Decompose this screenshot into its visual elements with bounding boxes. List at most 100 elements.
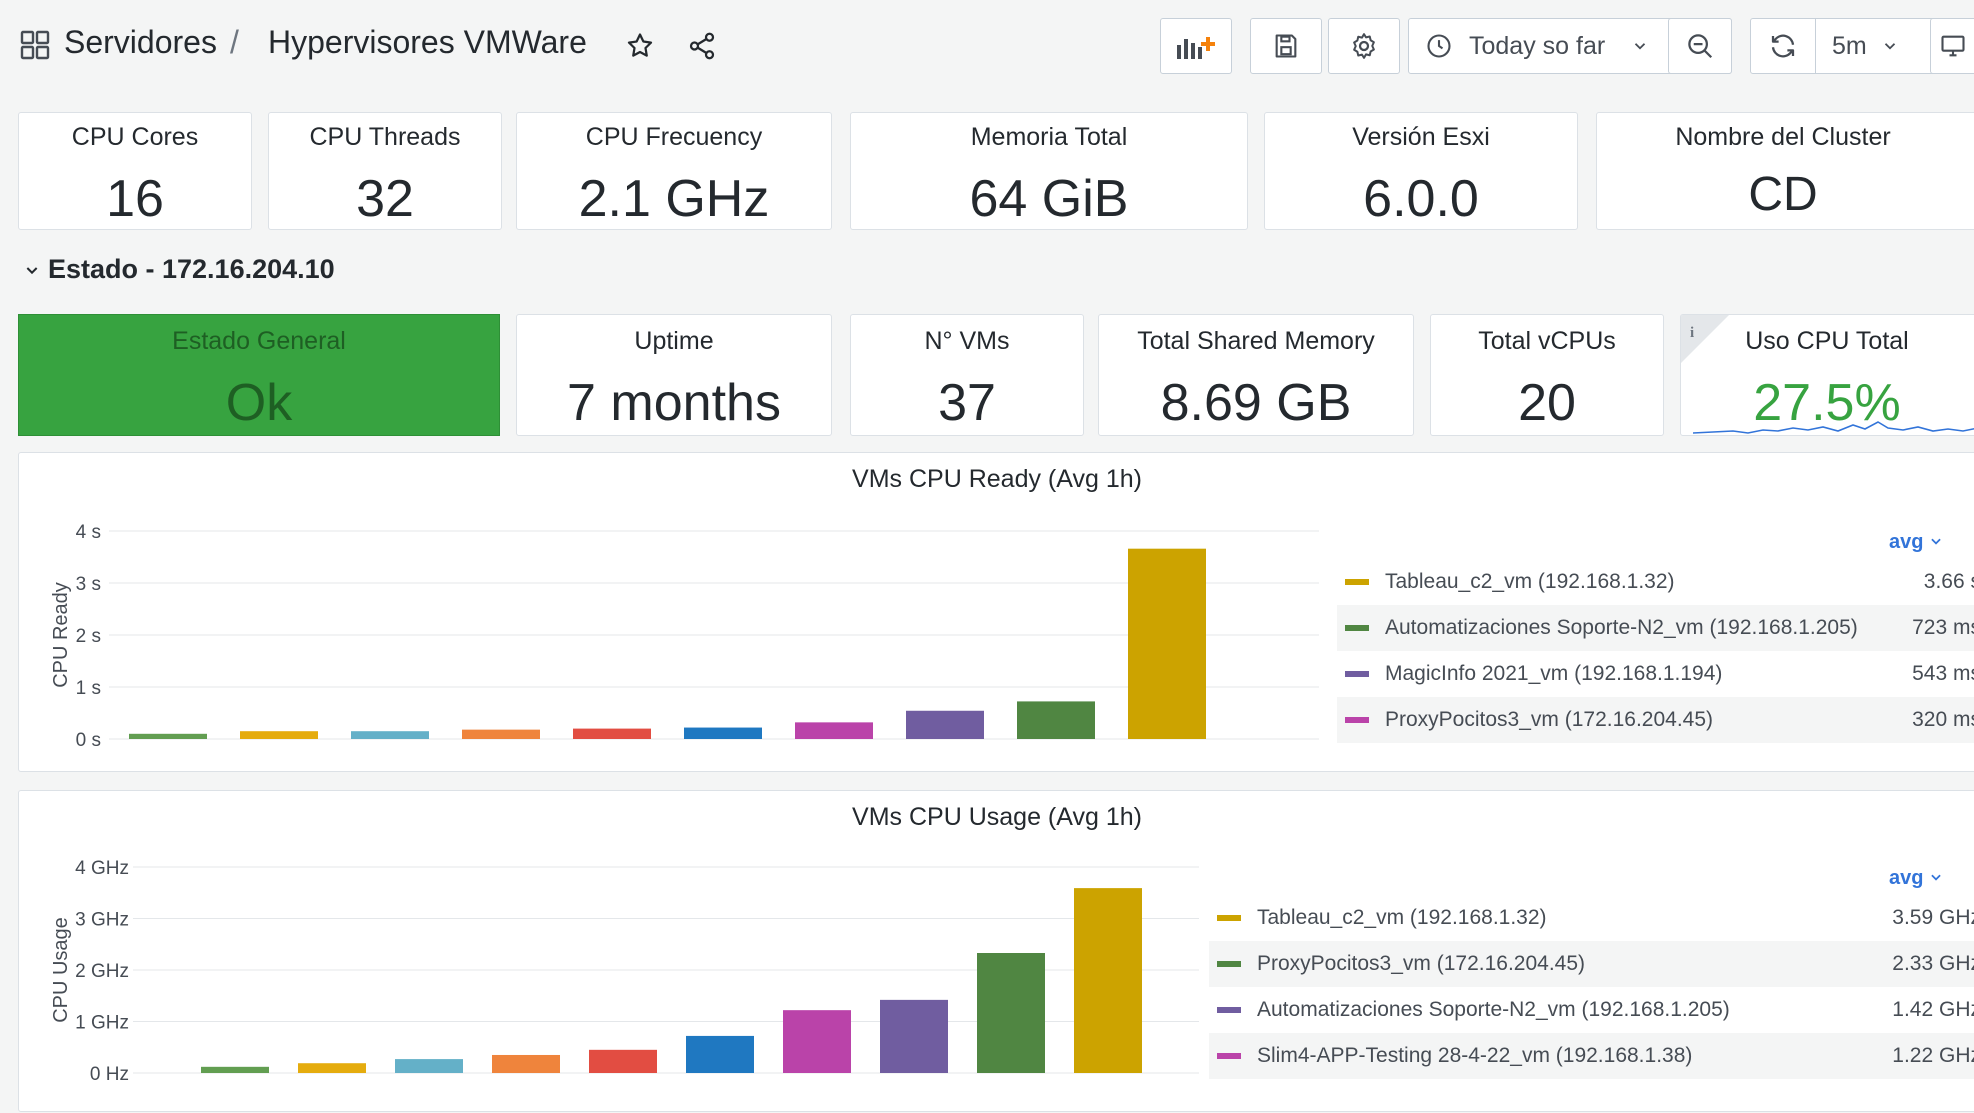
stat-panel-cpu-threads[interactable]: CPU Threads 32 (268, 112, 502, 230)
stat-title: CPU Threads (309, 123, 461, 151)
bar-8[interactable] (977, 953, 1045, 1073)
save-dashboard-button[interactable] (1250, 18, 1322, 74)
stat-panel-version-esxi[interactable]: Versión Esxi 6.0.0 (1264, 112, 1578, 230)
stat-panel-total-vcpus[interactable]: Total vCPUs 20 (1430, 314, 1664, 436)
legend-item[interactable]: Automatizaciones Soporte-N2_vm (192.168.… (1337, 605, 1974, 651)
bar-chart-cpu-ready: 0 s 1 s 2 s 3 s 4 s CPU Ready (50, 522, 1319, 751)
legend-series-value: 2.33 GHz (1892, 952, 1974, 975)
save-icon (1275, 34, 1297, 58)
y-axis-label: CPU Ready (50, 582, 72, 688)
star-icon[interactable] (620, 26, 660, 66)
legend-series-value: 543 ms (1912, 662, 1974, 685)
chart-legend: Tableau_c2_vm (192.168.1.32) 3.59 GHz Prox… (1209, 895, 1974, 1085)
bar-0[interactable] (129, 733, 207, 739)
stat-title: CPU Frecuency (585, 123, 763, 151)
stat-value: CD (1748, 168, 1818, 221)
share-icon[interactable] (682, 26, 722, 66)
refresh-interval-label: 5m (1832, 31, 1867, 60)
dashboard-settings-button[interactable] (1328, 18, 1400, 74)
breadcrumb-separator: / (230, 24, 239, 60)
chart-panel-cpu-usage[interactable]: VMs CPU Usage (Avg 1h) 0 Hz 1 GHz 2 GHz 3 G… (18, 790, 1974, 1112)
bar-5[interactable] (686, 1035, 754, 1073)
add-panel-button[interactable] (1160, 18, 1232, 74)
stat-title: Uso CPU Total (1745, 327, 1909, 355)
stat-panel-uso-cpu-total[interactable]: i Uso CPU Total 27.5% (1680, 314, 1974, 436)
legend-series-value: 1.22 GHz (1892, 1044, 1974, 1067)
stat-panel-cpu-frequency[interactable]: CPU Frecuency 2.1 GHz (516, 112, 832, 230)
stat-panel-num-vms[interactable]: N° VMs 37 (850, 314, 1084, 436)
bar-3[interactable] (462, 729, 540, 739)
legend-item[interactable]: ProxyPocitos3_vm (172.16.204.45) 2.33 GHz (1209, 941, 1974, 987)
bar-7[interactable] (880, 999, 948, 1073)
chevron-down-icon (1635, 43, 1646, 50)
top-navbar: Servidores / Hypervisores VMWare Today s… (0, 0, 1974, 90)
legend-series-name: ProxyPocitos3_vm (172.16.204.45) (1385, 708, 1714, 731)
stat-title: Uptime (634, 327, 714, 355)
legend-item[interactable]: Tableau_c2_vm (192.168.1.32) 3.59 GHz (1209, 895, 1974, 941)
legend-item[interactable]: Automatizaciones Soporte-N2_vm (192.168.… (1209, 987, 1974, 1033)
legend-swatch (1217, 915, 1241, 921)
dashboard-grid-icon[interactable] (20, 30, 50, 60)
bar-6[interactable] (795, 722, 873, 739)
stat-panel-uptime[interactable]: Uptime 7 months (516, 314, 832, 436)
legend-sort-selector[interactable]: avg (1889, 531, 1943, 554)
legend-series-value: 1.42 GHz (1892, 998, 1974, 1021)
legend-item[interactable]: ProxyPocitos3_vm (172.16.204.45) 320 ms (1337, 697, 1974, 743)
legend-swatch (1217, 961, 1241, 967)
stat-value: 16 (106, 170, 164, 228)
tv-mode-button[interactable] (1930, 18, 1974, 74)
bar-4[interactable] (589, 1049, 657, 1073)
bar-0[interactable] (201, 1066, 269, 1073)
gear-icon (1353, 33, 1375, 59)
legend-item[interactable]: MagicInfo 2021_vm (192.168.1.194) 543 ms (1337, 651, 1974, 697)
breadcrumb-dashboard-title[interactable]: Hypervisores VMWare (268, 22, 587, 62)
legend-series-value: 320 ms (1912, 708, 1974, 731)
clock-icon (1427, 34, 1451, 58)
bar-6[interactable] (783, 1010, 851, 1073)
bar-9[interactable] (1128, 548, 1206, 739)
bar-4[interactable] (573, 728, 651, 739)
stat-title: Estado General (172, 327, 346, 355)
refresh-button[interactable] (1751, 18, 1816, 74)
row-title: Estado - 172.16.204.10 (48, 254, 335, 284)
legend-item[interactable]: Tableau_c2_vm (192.168.1.32) 3.66 s (1337, 559, 1974, 605)
stat-panel-memoria-total[interactable]: Memoria Total 64 GiB (850, 112, 1248, 230)
stat-panel-estado-general[interactable]: Estado General Ok (18, 314, 500, 436)
legend-item[interactable]: Slim4-APP-Testing 28-4-22_vm (192.168.1.… (1209, 1033, 1974, 1079)
zoom-out-icon (1688, 34, 1713, 59)
legend-series-name: ProxyPocitos3_vm (172.16.204.45) (1257, 952, 1586, 975)
stat-panel-nombre-cluster[interactable]: Nombre del Cluster CD (1596, 112, 1974, 230)
monitor-icon (1940, 35, 1965, 57)
stat-value: 7 months (567, 374, 781, 432)
stat-panel-total-shared-memory[interactable]: Total Shared Memory 8.69 GB (1098, 314, 1414, 436)
y-axis-label: CPU Usage (50, 917, 72, 1023)
breadcrumb-folder[interactable]: Servidores (64, 22, 217, 62)
bar-2[interactable] (351, 731, 429, 739)
refresh-picker[interactable]: 5m (1750, 18, 1950, 74)
stat-value: 64 GiB (969, 170, 1129, 228)
legend-sort-selector[interactable]: avg (1889, 867, 1943, 890)
bar-chart-cpu-usage: 0 Hz 1 GHz 2 GHz 3 GHz 4 GHz CPU Usage (50, 858, 1199, 1085)
stat-value: 6.0.0 (1363, 170, 1479, 228)
zoom-out-button[interactable] (1668, 18, 1732, 74)
bar-2[interactable] (395, 1059, 463, 1073)
bar-1[interactable] (240, 731, 318, 739)
stat-panel-cpu-cores[interactable]: CPU Cores 16 (18, 112, 252, 230)
bar-8[interactable] (1017, 701, 1095, 739)
y-tick-label: 0 Hz (90, 1064, 129, 1085)
stat-value: 37 (938, 374, 996, 432)
bar-3[interactable] (492, 1054, 560, 1073)
chart-legend: Tableau_c2_vm (192.168.1.32) 3.66 s Automa… (1337, 559, 1974, 749)
legend-series-value: 3.59 GHz (1892, 906, 1974, 929)
bar-7[interactable] (906, 710, 984, 739)
stat-value: 27.5% (1753, 374, 1901, 432)
bar-9[interactable] (1074, 888, 1142, 1073)
refresh-icon (1771, 34, 1795, 58)
legend-series-name: Automatizaciones Soporte-N2_vm (192.168.… (1385, 616, 1858, 639)
bar-5[interactable] (684, 727, 762, 739)
chevron-down-icon (1884, 43, 1895, 50)
bar-1[interactable] (298, 1063, 366, 1073)
legend-series-name: MagicInfo 2021_vm (192.168.1.194) (1385, 662, 1723, 685)
chart-panel-cpu-ready[interactable]: VMs CPU Ready (Avg 1h) 0 s1 s2 s3 s4 s CP… (18, 452, 1974, 772)
row-header-estado[interactable]: Estado - 172.16.204.10 (24, 254, 335, 285)
